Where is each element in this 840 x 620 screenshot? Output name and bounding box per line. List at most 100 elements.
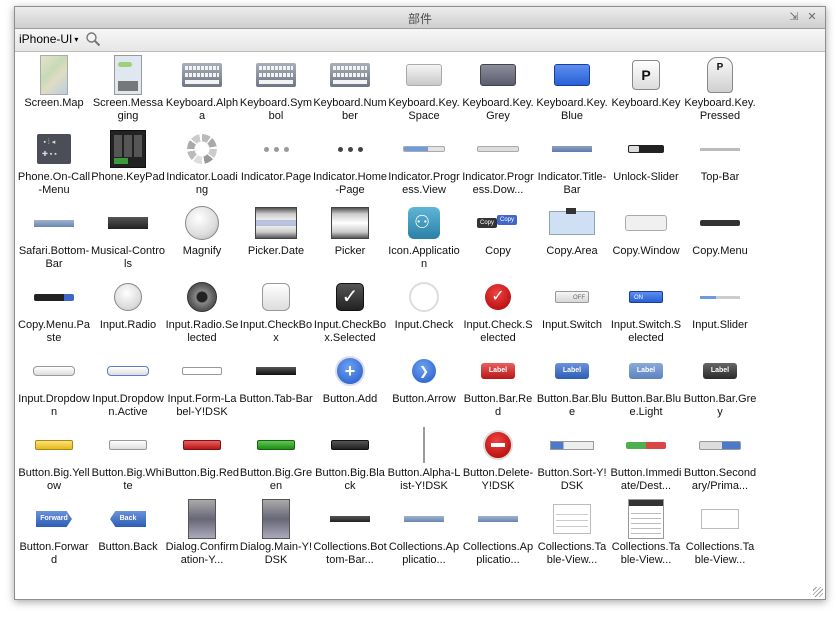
widget-item[interactable]: Collections.Table-View... <box>535 497 609 571</box>
widget-item[interactable]: Screen.Map <box>17 53 91 127</box>
widget-item[interactable]: Indicator.Home-Page <box>313 127 387 201</box>
widget-item[interactable]: P Keyboard.Key <box>609 53 683 127</box>
widget-item[interactable]: Icon.Application <box>387 201 461 275</box>
widget-item[interactable]: Indicator.Progress.View <box>387 127 461 201</box>
widget-item[interactable]: Label Button.Bar.Grey <box>683 349 757 423</box>
widget-item[interactable]: Button.Secondary/Prima... <box>683 423 757 497</box>
widget-thumbnail <box>239 275 313 319</box>
widget-label: Button.Bar.Blue.Light <box>610 393 682 418</box>
search-icon[interactable] <box>85 31 101 47</box>
widget-thumbnail <box>609 201 683 245</box>
widget-item[interactable]: Copy.Window <box>609 201 683 275</box>
widget-item[interactable]: Indicator.Page <box>239 127 313 201</box>
widget-item[interactable]: Top-Bar <box>683 127 757 201</box>
widget-item[interactable]: Button.Big.Black <box>313 423 387 497</box>
widget-item[interactable]: ON Input.Switch.Selected <box>609 275 683 349</box>
tableview-icon <box>553 504 591 534</box>
window-title: 部件 <box>407 12 432 26</box>
widget-item[interactable]: Copy.Menu.Paste <box>17 275 91 349</box>
widget-item[interactable]: Copy.Menu <box>683 201 757 275</box>
widget-item[interactable]: Copy.Area <box>535 201 609 275</box>
back-icon: Back <box>110 511 146 527</box>
widget-item[interactable]: Keyboard.Key.Blue <box>535 53 609 127</box>
widget-item[interactable]: Input.Form-Label-Y!DSK <box>165 349 239 423</box>
widget-item[interactable]: Keyboard.Symbol <box>239 53 313 127</box>
widget-item[interactable]: ✓ Input.CheckBox.Selected <box>313 275 387 349</box>
widget-item[interactable]: Button.Big.White <box>91 423 165 497</box>
widget-item[interactable]: Picker.Date <box>239 201 313 275</box>
widget-item[interactable]: Collections.Table-View... <box>609 497 683 571</box>
widget-item[interactable]: Safari.Bottom-Bar <box>17 201 91 275</box>
close-icon[interactable]: ✕ <box>805 10 819 24</box>
widget-item[interactable]: Keyboard.Number <box>313 53 387 127</box>
widget-thumbnail <box>17 201 91 245</box>
widget-item[interactable]: Picker <box>313 201 387 275</box>
widget-item[interactable]: Input.Radio <box>91 275 165 349</box>
widget-item[interactable]: Copy <box>461 201 535 275</box>
widget-item[interactable]: Button.Big.Yellow <box>17 423 91 497</box>
widget-item[interactable]: Indicator.Progress.Dow... <box>461 127 535 201</box>
widget-thumbnail <box>387 127 461 171</box>
collapse-icon[interactable]: ⇲ <box>787 10 801 24</box>
widget-item[interactable]: P Keyboard.Key.Pressed <box>683 53 757 127</box>
widget-item[interactable]: Dialog.Confirmation-Y... <box>165 497 239 571</box>
widget-item[interactable]: Keyboard.Key.Space <box>387 53 461 127</box>
widget-item[interactable]: Button.Big.Green <box>239 423 313 497</box>
widget-thumbnail <box>91 201 165 245</box>
widget-item[interactable]: OFF Input.Switch <box>535 275 609 349</box>
widget-item[interactable]: Button.Immediate/Dest... <box>609 423 683 497</box>
widget-item[interactable]: Screen.Messaging <box>91 53 165 127</box>
widget-item[interactable]: Input.CheckBox <box>239 275 313 349</box>
widget-item[interactable]: Musical-Controls <box>91 201 165 275</box>
widget-thumbnail <box>683 275 757 319</box>
widget-thumbnail: Back <box>91 497 165 541</box>
phone-msg-icon <box>114 55 142 95</box>
widget-item[interactable]: Magnify <box>165 201 239 275</box>
widget-item[interactable]: Input.Slider <box>683 275 757 349</box>
widget-item[interactable]: Collections.Applicatio... <box>387 497 461 571</box>
widget-item[interactable]: Button.Sort-Y!DSK <box>535 423 609 497</box>
widget-item[interactable]: Label Button.Bar.Red <box>461 349 535 423</box>
widget-item[interactable]: Forward Button.Forward <box>17 497 91 571</box>
widget-item[interactable]: Input.Check <box>387 275 461 349</box>
widget-label: Copy.Window <box>612 245 680 257</box>
widget-label: Indicator.Title-Bar <box>537 171 607 196</box>
widget-item[interactable]: Input.Dropdown.Active <box>91 349 165 423</box>
widget-item[interactable]: Dialog.Main-Y!DSK <box>239 497 313 571</box>
library-dropdown[interactable]: iPhone-UI ▾ <box>19 32 78 46</box>
widget-item[interactable]: Input.Radio.Selected <box>165 275 239 349</box>
widget-item[interactable]: Phone.KeyPad <box>91 127 165 201</box>
widget-item[interactable]: Button.Alpha-List-Y!DSK <box>387 423 461 497</box>
widget-item[interactable]: Indicator.Loading <box>165 127 239 201</box>
widget-item[interactable]: Indicator.Title-Bar <box>535 127 609 201</box>
widget-item[interactable]: Phone.On-Call-Menu <box>17 127 91 201</box>
title-bar[interactable]: 部件 ⇲ ✕ <box>15 7 825 29</box>
copywin-icon <box>625 215 667 231</box>
widget-item[interactable]: Button.Tab-Bar <box>239 349 313 423</box>
radio-sel-icon <box>187 282 217 312</box>
widget-item[interactable]: Collections.Bottom-Bar... <box>313 497 387 571</box>
widget-item[interactable]: ❯ Button.Arrow <box>387 349 461 423</box>
widget-item[interactable]: Keyboard.Key.Grey <box>461 53 535 127</box>
widget-item[interactable]: Collections.Applicatio... <box>461 497 535 571</box>
widget-item[interactable]: + Button.Add <box>313 349 387 423</box>
widget-item[interactable]: Label Button.Bar.Blue <box>535 349 609 423</box>
copymenu-icon <box>700 220 740 226</box>
widget-label: Dialog.Main-Y!DSK <box>239 541 313 566</box>
widget-item[interactable]: Back Button.Back <box>91 497 165 571</box>
widget-item[interactable]: Collections.Table-View... <box>683 497 757 571</box>
widget-item[interactable]: Input.Dropdown <box>17 349 91 423</box>
widget-thumbnail <box>91 275 165 319</box>
radio-icon <box>114 283 142 311</box>
widget-item[interactable]: Keyboard.Alpha <box>165 53 239 127</box>
widget-item[interactable]: ✓ Input.Check.Selected <box>461 275 535 349</box>
titlebar-thumb-icon <box>552 146 592 152</box>
picker-icon <box>331 207 369 239</box>
widget-label: Keyboard.Number <box>313 97 387 122</box>
resize-grip[interactable] <box>813 587 823 597</box>
widget-item[interactable]: Button.Delete-Y!DSK <box>461 423 535 497</box>
widget-item[interactable]: Label Button.Bar.Blue.Light <box>609 349 683 423</box>
widget-item[interactable]: Unlock-Slider <box>609 127 683 201</box>
widget-thumbnail <box>461 201 535 245</box>
widget-item[interactable]: Button.Big.Red <box>165 423 239 497</box>
